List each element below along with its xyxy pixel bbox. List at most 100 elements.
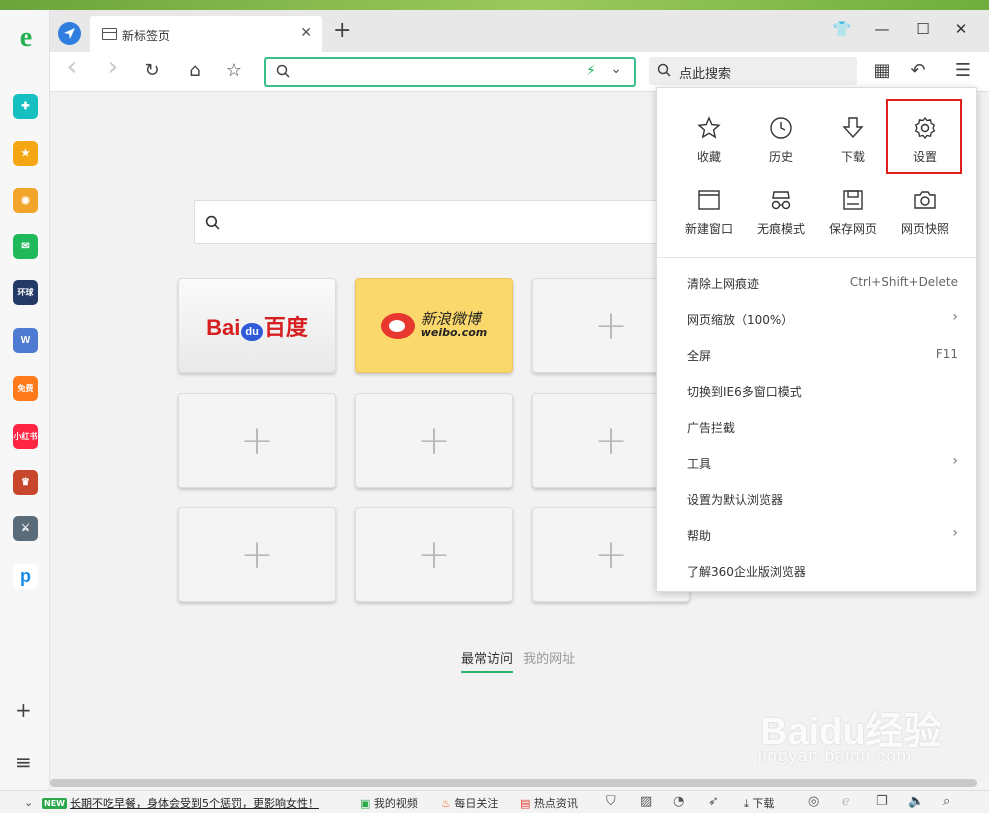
sidebar-app-novel-icon[interactable]: 免费: [13, 376, 38, 401]
incognito-glasses-icon: [771, 191, 791, 210]
speed-dial-empty-slot[interactable]: +: [178, 393, 336, 488]
page-icon: [102, 28, 117, 40]
sidebar-app-word-icon[interactable]: W: [13, 328, 38, 353]
download-link[interactable]: ⤓ 下载: [744, 795, 774, 811]
add-site-plus-icon: +: [594, 531, 628, 578]
save-disk-icon: [843, 190, 863, 210]
ie-mode-icon[interactable]: ℯ: [842, 794, 850, 809]
refresh-button[interactable]: ↻: [140, 61, 164, 81]
daily-focus-link[interactable]: ♨ 每日关注: [441, 795, 498, 811]
clock-icon: [770, 117, 792, 139]
menu-incognito[interactable]: 无痕模式: [745, 176, 817, 240]
add-sidebar-app-icon[interactable]: +: [15, 700, 32, 720]
menu-row-item[interactable]: 了解360企业版浏览器: [687, 563, 958, 583]
sidebar-app-weibo-icon[interactable]: ◉: [13, 188, 38, 213]
tab-close-icon[interactable]: ✕: [300, 25, 312, 41]
menu-row-label: 帮助: [687, 529, 712, 543]
menu-row-item[interactable]: 设置为默认浏览器: [687, 491, 958, 511]
search-icon: [276, 64, 290, 78]
search-engine-box[interactable]: 点此搜索: [649, 57, 857, 85]
browser-window: e ✚ ★ ◉ ✉ 环球 W 免费小红书 ♛ ⚔ p + ≡ 新标签页 ✕ + 👕 — ☐ ✕ ‹…: [0, 10, 989, 813]
speed-dial-baidu[interactable]: Bai du 百度: [178, 278, 336, 373]
menu-row-label: 了解360企业版浏览器: [687, 565, 806, 579]
speed-dial-empty-slot[interactable]: +: [355, 507, 513, 602]
favorite-star-button[interactable]: ☆: [222, 61, 246, 81]
sidebar-list-icon[interactable]: ≡: [15, 752, 32, 772]
zoom-search-icon[interactable]: ⌕: [943, 794, 950, 809]
download-arrow-icon: [842, 117, 864, 139]
back-button[interactable]: ‹: [60, 54, 84, 80]
menu-row-item[interactable]: 切换到IE6多窗口模式: [687, 383, 958, 403]
horizontal-scrollbar[interactable]: [50, 779, 977, 787]
main-menu-button[interactable]: ☰: [951, 61, 975, 81]
add-site-plus-icon: +: [240, 417, 274, 464]
left-sidebar: e ✚ ★ ◉ ✉ 环球 W 免费小红书 ♛ ⚔ p + ≡: [0, 10, 50, 790]
speed-gauge-icon[interactable]: ◔: [673, 794, 684, 809]
browser-logo-icon[interactable]: e: [12, 24, 40, 52]
speed-mode-bolt-icon[interactable]: ⚡: [586, 63, 596, 79]
menu-row-item[interactable]: 全屏 F11: [687, 347, 958, 367]
address-bar[interactable]: ⚡ ⌄: [264, 57, 636, 87]
news-icon: ▤: [520, 797, 531, 810]
menu-row-item[interactable]: 清除上网痕迹 Ctrl+Shift+Delete: [687, 275, 958, 295]
sidebar-app-pdd-icon[interactable]: p: [13, 564, 38, 589]
menu-settings[interactable]: 设置: [889, 104, 961, 168]
menu-row-label: 网页缩放（100%）: [687, 313, 794, 327]
minimize-button[interactable]: —: [870, 20, 894, 38]
sidebar-app-xiaohongshu-icon[interactable]: 小红书: [13, 424, 38, 449]
tab-new-tab[interactable]: 新标签页 ✕: [90, 16, 322, 52]
add-site-plus-icon: +: [240, 531, 274, 578]
rocket-icon[interactable]: ➶: [708, 794, 719, 809]
speed-dial-empty-slot[interactable]: +: [178, 507, 336, 602]
sidebar-app-game-c-icon[interactable]: ⚔: [13, 516, 38, 541]
speed-dial-empty-slot[interactable]: +: [355, 393, 513, 488]
undo-close-tab-icon[interactable]: ↶: [906, 61, 930, 81]
forward-button[interactable]: ›: [101, 54, 125, 80]
submenu-chevron-right-icon: ›: [952, 525, 958, 541]
close-window-button[interactable]: ✕: [949, 20, 973, 38]
menu-new-window[interactable]: 新建窗口: [673, 176, 745, 240]
menu-save-page[interactable]: 保存网页: [817, 176, 889, 240]
skin-icon[interactable]: 👕: [830, 20, 854, 38]
address-dropdown-chevron-icon[interactable]: ⌄: [610, 61, 622, 77]
my-video-link[interactable]: ▣ 我的视频: [360, 795, 418, 811]
menu-row-label: 切换到IE6多窗口模式: [687, 385, 802, 399]
sidebar-app-mail-icon[interactable]: ✉: [13, 234, 38, 259]
collapse-chevron-icon[interactable]: ⌄: [24, 796, 33, 809]
menu-row-item[interactable]: 工具 ›: [687, 453, 958, 475]
baidu-logo: Bai du 百度: [206, 314, 308, 341]
sidebar-app-medical-icon[interactable]: ✚: [13, 94, 38, 119]
menu-row-item[interactable]: 广告拦截: [687, 419, 958, 439]
weibo-eye-icon: [380, 312, 415, 339]
main-menu-dropdown: 收藏 历史 下载 设置 新建窗口 无痕模式 保存网页 网页快照 清除上网痕迹 C…: [656, 87, 977, 592]
add-site-plus-icon: +: [594, 417, 628, 464]
tab-frequent[interactable]: 最常访问: [461, 648, 514, 673]
baidu-jingyan-watermark: Baidu经验 jingyan.baidu.com: [758, 711, 942, 765]
star-icon: [697, 116, 721, 139]
speed-dial-weibo[interactable]: 新浪微博 weibo.com: [355, 278, 513, 373]
page-search-input[interactable]: [194, 200, 684, 244]
hot-news-link[interactable]: ▤ 热点资讯: [520, 795, 578, 811]
menu-page-snapshot[interactable]: 网页快照: [889, 176, 961, 240]
tab-my-sites[interactable]: 我的网址: [523, 648, 575, 671]
menu-row-item[interactable]: 网页缩放（100%） ›: [687, 309, 958, 331]
menu-history[interactable]: 历史: [745, 104, 817, 168]
menu-divider: [657, 257, 976, 258]
new-tab-button[interactable]: +: [333, 20, 351, 42]
image-icon[interactable]: ▨: [640, 794, 652, 809]
window-restore-icon[interactable]: ❐: [876, 794, 888, 809]
extensions-grid-icon[interactable]: ▦: [870, 61, 894, 81]
sidebar-app-favorites-icon[interactable]: ★: [13, 141, 38, 166]
sidebar-app-game-b-icon[interactable]: ♛: [13, 470, 38, 495]
news-ticker[interactable]: NEW 长期不吃早餐，身体会受到5个惩罚，更影响女性！: [42, 795, 319, 811]
maximize-button[interactable]: ☐: [911, 20, 935, 38]
shield-icon[interactable]: ⛉: [606, 794, 616, 809]
volume-icon[interactable]: 🔈: [908, 794, 924, 809]
incognito-icon[interactable]: ◎: [808, 794, 819, 809]
menu-favorites[interactable]: 收藏: [673, 104, 745, 168]
home-button[interactable]: ⌂: [183, 61, 207, 81]
navigation-compass-icon[interactable]: [58, 22, 81, 45]
menu-row-item[interactable]: 帮助 ›: [687, 525, 958, 547]
sidebar-app-game-a-icon[interactable]: 环球: [13, 280, 38, 305]
menu-download[interactable]: 下载: [817, 104, 889, 168]
